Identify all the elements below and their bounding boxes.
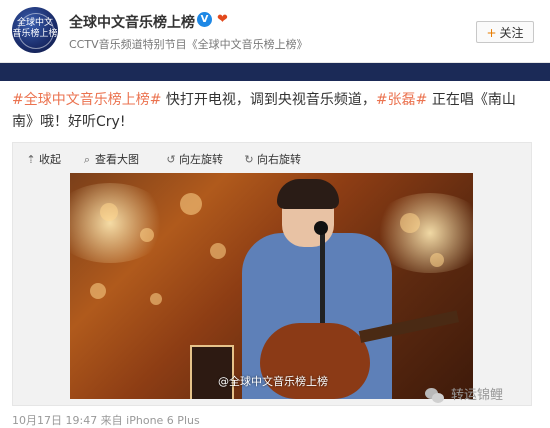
topic-tag-link[interactable]: #全球中文音乐榜上榜#	[12, 92, 161, 108]
post-text-part-1: 快打开电视，调到央视音乐频道，	[161, 92, 376, 108]
collapse-icon: ⇡	[26, 153, 36, 166]
collapse-button[interactable]: ⇡ 收起	[25, 151, 61, 169]
bokeh-light	[90, 283, 106, 299]
post-text: #全球中文音乐榜上榜# 快打开电视，调到央视音乐频道，#张磊# 正在唱《南山南》…	[12, 89, 532, 133]
account-description: CCTV音乐频道特别节目《全球中文音乐榜上榜》	[69, 38, 308, 51]
post-header: 全球中文 音乐榜上榜 全球中文音乐榜上榜 V ❤ CCTV音乐频道特别节目《全球…	[0, 0, 550, 63]
wechat-icon	[425, 387, 445, 404]
bokeh-light	[210, 243, 226, 259]
follow-button-label: 关注	[499, 26, 524, 40]
stage-monitor	[190, 345, 234, 399]
bokeh-light	[430, 253, 444, 267]
header-divider-strip	[0, 63, 550, 81]
media-panel: ⇡ 收起 ⌕ 查看大图 ↺ 向左旋转 ↻ 向右旋转 @全球中文音乐榜上榜	[12, 142, 532, 406]
account-name[interactable]: 全球中文音乐榜上榜	[69, 12, 195, 32]
rotate-right-icon: ↻	[244, 153, 254, 166]
view-large-label: 查看大图	[95, 153, 139, 166]
view-large-button[interactable]: ⌕ 查看大图	[81, 151, 139, 169]
bokeh-light	[150, 293, 162, 305]
stage-light	[70, 183, 170, 263]
mention-link[interactable]: #张磊#	[376, 92, 427, 108]
bokeh-light	[400, 213, 420, 233]
rotate-right-button[interactable]: ↻ 向右旋转	[243, 151, 301, 169]
avatar[interactable]: 全球中文 音乐榜上榜	[12, 7, 58, 53]
rotate-left-label: 向左旋转	[179, 153, 223, 166]
singer-hair	[277, 179, 339, 209]
verified-icon: V	[197, 12, 212, 27]
avatar-logo-line1: 全球中文	[16, 18, 53, 28]
avatar-logo-line2: 音乐榜上榜	[12, 29, 58, 39]
plus-icon: +	[486, 26, 497, 40]
rotate-right-label: 向右旋转	[257, 153, 301, 166]
post-photo[interactable]: @全球中文音乐榜上榜	[70, 173, 473, 399]
zoom-icon: ⌕	[83, 153, 91, 166]
post-meta: 10月17日 19:47 来自 iPhone 6 Plus	[12, 414, 200, 427]
rotate-left-icon: ↺	[166, 153, 176, 166]
wechat-watermark-text: 转运锦鲤	[451, 388, 504, 403]
avatar-logo-text: 全球中文 音乐榜上榜	[12, 18, 58, 40]
bokeh-light	[100, 203, 118, 221]
bokeh-light	[140, 228, 154, 242]
bokeh-light	[180, 193, 202, 215]
rotate-left-button[interactable]: ↺ 向左旋转	[165, 151, 223, 169]
microphone	[314, 221, 328, 235]
photo-watermark: @全球中文音乐榜上榜	[218, 375, 328, 388]
heart-icon: ❤	[217, 12, 228, 27]
collapse-label: 收起	[39, 153, 61, 166]
follow-button[interactable]: + 关注	[476, 21, 534, 43]
wechat-watermark: 转运锦鲤	[425, 384, 504, 404]
